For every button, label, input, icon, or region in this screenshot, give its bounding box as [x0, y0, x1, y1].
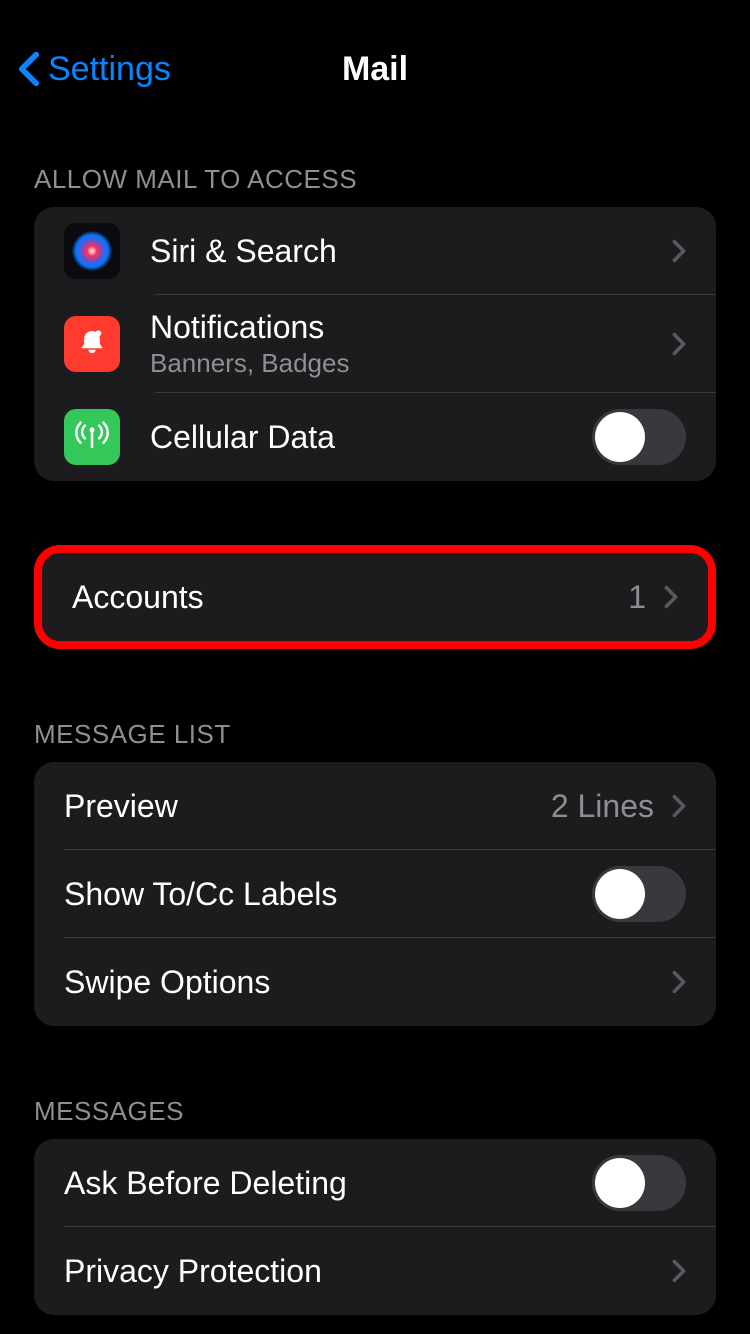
cellular-toggle[interactable] — [592, 409, 686, 465]
nav-bar: Settings Mail — [0, 0, 750, 88]
page-title: Mail — [342, 50, 408, 89]
group-accounts: Accounts 1 — [42, 553, 708, 641]
row-siri-search[interactable]: Siri & Search — [34, 207, 716, 295]
chevron-right-icon — [664, 585, 678, 609]
siri-label: Siri & Search — [150, 233, 672, 270]
row-notifications[interactable]: Notifications Banners, Badges — [34, 295, 716, 393]
group-access: Siri & Search Notifications Banners, Bad… — [34, 207, 716, 481]
accounts-highlight: Accounts 1 — [34, 545, 716, 649]
row-show-tocc: Show To/Cc Labels — [34, 850, 716, 938]
show-tocc-toggle[interactable] — [592, 866, 686, 922]
row-privacy-protection[interactable]: Privacy Protection — [34, 1227, 716, 1315]
section-header-messages: MESSAGES — [0, 1096, 750, 1139]
ask-delete-label: Ask Before Deleting — [64, 1165, 592, 1202]
accounts-value: 1 — [628, 579, 646, 616]
chevron-right-icon — [672, 970, 686, 994]
chevron-left-icon — [18, 51, 40, 87]
section-header-message-list: MESSAGE LIST — [0, 719, 750, 762]
swipe-label: Swipe Options — [64, 964, 672, 1001]
row-cellular-data: Cellular Data — [34, 393, 716, 481]
preview-value: 2 Lines — [551, 788, 654, 825]
bell-icon — [64, 316, 120, 372]
notifications-label: Notifications — [150, 309, 672, 346]
group-messages: Ask Before Deleting Privacy Protection — [34, 1139, 716, 1315]
preview-label: Preview — [64, 788, 551, 825]
privacy-label: Privacy Protection — [64, 1253, 672, 1290]
back-label: Settings — [48, 50, 171, 89]
row-accounts[interactable]: Accounts 1 — [42, 553, 708, 641]
antenna-icon — [64, 409, 120, 465]
chevron-right-icon — [672, 332, 686, 356]
section-header-access: ALLOW MAIL TO ACCESS — [0, 164, 750, 207]
group-message-list: Preview 2 Lines Show To/Cc Labels Swipe … — [34, 762, 716, 1026]
row-preview[interactable]: Preview 2 Lines — [34, 762, 716, 850]
cellular-label: Cellular Data — [150, 419, 592, 456]
notifications-sublabel: Banners, Badges — [150, 348, 672, 379]
row-swipe-options[interactable]: Swipe Options — [34, 938, 716, 1026]
chevron-right-icon — [672, 794, 686, 818]
ask-delete-toggle[interactable] — [592, 1155, 686, 1211]
show-tocc-label: Show To/Cc Labels — [64, 876, 592, 913]
siri-icon — [64, 223, 120, 279]
back-button[interactable]: Settings — [18, 50, 171, 89]
accounts-label: Accounts — [72, 579, 628, 616]
row-ask-before-deleting: Ask Before Deleting — [34, 1139, 716, 1227]
chevron-right-icon — [672, 1259, 686, 1283]
chevron-right-icon — [672, 239, 686, 263]
